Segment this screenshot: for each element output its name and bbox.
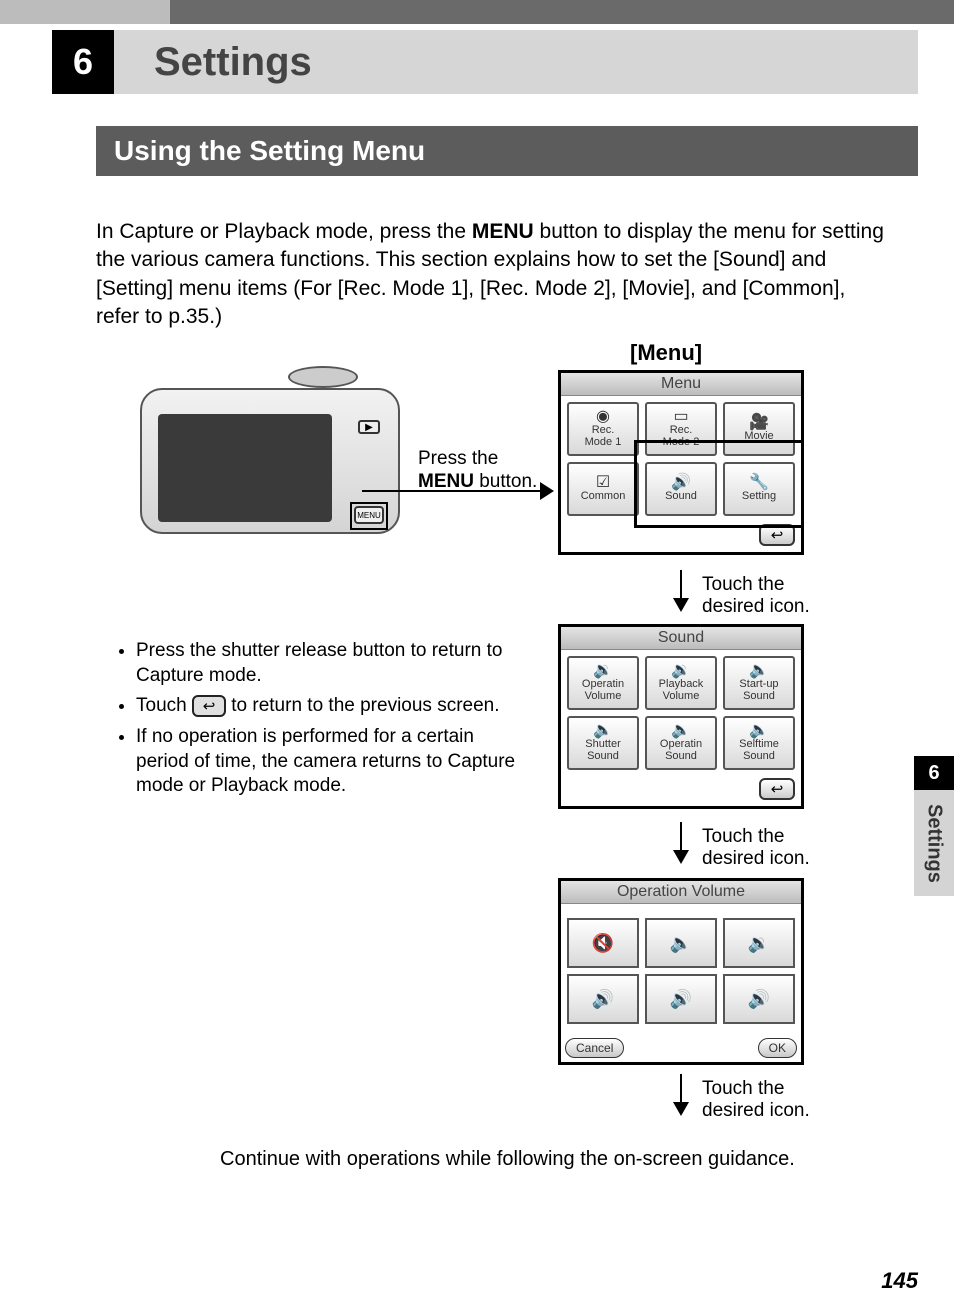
tile-label: Volume	[663, 691, 700, 703]
speaker-icon: 🔈	[671, 723, 691, 739]
menu-screen-title: Menu	[561, 373, 801, 396]
side-tab-number: 6	[914, 756, 954, 790]
tile-operation-sound[interactable]: 🔈OperatinSound	[645, 716, 717, 770]
page-number: 145	[881, 1268, 918, 1294]
camera-play-icon: ▶	[358, 420, 380, 434]
press-line1: Press the	[418, 448, 498, 469]
tile-operation-volume[interactable]: 🔉OperatinVolume	[567, 656, 639, 710]
arrow-right-icon	[362, 490, 552, 492]
press-menu-word: MENU	[418, 471, 474, 492]
camera-icon: ◉	[596, 409, 610, 425]
tile-label: Sound	[743, 751, 775, 763]
speaker-icon: 🔈	[749, 663, 769, 679]
tile-label: Common	[581, 491, 626, 503]
check-icon: ☑	[596, 475, 610, 491]
touch-hint-2: Touch the desired icon.	[702, 826, 810, 870]
side-tab: 6 Settings	[914, 756, 954, 896]
volume-level-mute[interactable]: 🔇	[567, 918, 639, 968]
volume-level-3[interactable]: 🔊	[567, 974, 639, 1024]
speaker-icon: 🔉	[671, 663, 691, 679]
volume-level-2[interactable]: 🔉	[723, 918, 795, 968]
volume-level-4[interactable]: 🔊	[645, 974, 717, 1024]
back-icon: ↩	[192, 695, 226, 717]
speaker-icon: 🔈	[593, 723, 613, 739]
tile-label: Sound	[743, 691, 775, 703]
intro-pre: In Capture or Playback mode, press the	[96, 220, 472, 243]
tile-startup-sound[interactable]: 🔈Start-upSound	[723, 656, 795, 710]
chapter-header: 6 Settings	[52, 30, 918, 94]
continue-note: Continue with operations while following…	[220, 1148, 795, 1171]
operation-volume-screen: Operation Volume 🔇 🔈 🔉 🔊 🔊 🔊 Cancel OK	[558, 878, 804, 1065]
press-menu-label: Press the MENU button.	[418, 448, 537, 494]
menu-word: MENU	[472, 220, 534, 243]
arrow-down-icon	[680, 1074, 682, 1114]
opvol-screen-title: Operation Volume	[561, 881, 801, 904]
tip-2a: Touch	[136, 695, 192, 716]
ok-button[interactable]: OK	[758, 1038, 797, 1058]
speaker-icon: 🔈	[749, 723, 769, 739]
sound-screen: Sound 🔉OperatinVolume 🔉PlaybackVolume 🔈S…	[558, 624, 804, 809]
touch-line2: desired icon.	[702, 596, 810, 617]
chapter-title: Settings	[154, 40, 312, 85]
tile-label: Mode 1	[585, 437, 622, 449]
tile-common[interactable]: ☑Common	[567, 462, 639, 516]
tile-rec-mode-1[interactable]: ◉Rec.Mode 1	[567, 402, 639, 456]
tile-label: Sound	[665, 751, 697, 763]
camera-screen	[158, 414, 332, 522]
touch-line2: desired icon.	[702, 1100, 810, 1121]
section-title: Using the Setting Menu	[96, 126, 918, 176]
tile-label: Volume	[585, 691, 622, 703]
side-tab-label: Settings	[914, 790, 954, 896]
volume-level-1[interactable]: 🔈	[645, 918, 717, 968]
tile-selftimer-sound[interactable]: 🔈SelftimeSound	[723, 716, 795, 770]
touch-line1: Touch the	[702, 574, 784, 595]
tile-playback-volume[interactable]: 🔉PlaybackVolume	[645, 656, 717, 710]
tip-1: Press the shutter release button to retu…	[136, 639, 516, 688]
back-button[interactable]: ↩	[759, 778, 795, 800]
movie-icon: 🎥	[749, 415, 769, 431]
cancel-button[interactable]: Cancel	[565, 1038, 624, 1058]
touch-hint-1: Touch the desired icon.	[702, 574, 810, 618]
touch-line1: Touch the	[702, 826, 784, 847]
arrow-down-icon	[680, 822, 682, 862]
touch-line1: Touch the	[702, 1078, 784, 1099]
frame-icon: ▭	[673, 409, 688, 425]
intro-paragraph: In Capture or Playback mode, press the M…	[96, 218, 884, 331]
menu-button-highlight	[350, 502, 388, 530]
speaker-icon: 🔉	[593, 663, 613, 679]
touch-hint-3: Touch the desired icon.	[702, 1078, 810, 1122]
sound-screen-title: Sound	[561, 627, 801, 650]
volume-level-5[interactable]: 🔊	[723, 974, 795, 1024]
tile-shutter-sound[interactable]: 🔈ShutterSound	[567, 716, 639, 770]
selection-highlight	[634, 440, 804, 528]
tip-2b: to return to the previous screen.	[226, 695, 500, 716]
camera-dial	[288, 366, 358, 388]
tile-label: Sound	[587, 751, 619, 763]
touch-line2: desired icon.	[702, 848, 810, 869]
menu-heading: [Menu]	[630, 340, 702, 366]
chapter-number: 6	[52, 30, 114, 94]
tips-list: Press the shutter release button to retu…	[96, 639, 516, 805]
arrow-down-icon	[680, 570, 682, 610]
tip-2: Touch ↩ to return to the previous screen…	[136, 694, 516, 719]
press-line2b: button.	[474, 471, 537, 492]
camera-illustration: ▶ MENU	[140, 370, 410, 540]
tip-3: If no operation is performed for a certa…	[136, 725, 516, 799]
top-bar-dark	[170, 0, 954, 24]
camera-body: ▶ MENU	[140, 388, 400, 534]
